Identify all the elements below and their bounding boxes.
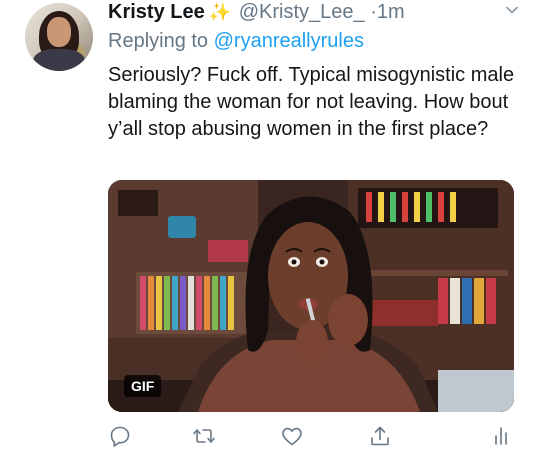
sparkle-emoji: ✨ <box>208 2 232 22</box>
replying-to-mention[interactable]: @ryanreallyrules <box>214 30 364 52</box>
user-handle[interactable]: @Kristy_Lee_ <box>239 1 365 23</box>
gif-badge: GIF <box>124 375 162 397</box>
gif-frame-illustration <box>108 180 514 412</box>
separator-dot: · <box>370 1 377 23</box>
display-name[interactable]: Kristy Lee <box>108 1 205 23</box>
heart-icon[interactable] <box>280 424 304 448</box>
tweet-actions <box>108 424 514 448</box>
tweet-header: Kristy Lee ✨ @Kristy_Lee_ ·1m <box>108 0 405 24</box>
replying-prefix: Replying to <box>108 30 209 52</box>
avatar[interactable] <box>25 3 93 71</box>
reply-icon[interactable] <box>108 424 132 448</box>
avatar-shirt <box>33 49 85 71</box>
timestamp[interactable]: 1m <box>377 1 405 23</box>
analytics-icon[interactable] <box>490 424 514 448</box>
gif-media[interactable]: GIF <box>108 180 514 412</box>
avatar-face <box>47 17 71 47</box>
chevron-down-icon[interactable] <box>506 4 518 16</box>
tweet-text: Seriously? Fuck off. Typical misogynisti… <box>108 64 515 140</box>
retweet-icon[interactable] <box>192 424 216 448</box>
share-icon[interactable] <box>368 424 392 448</box>
replying-to: Replying to @ryanreallyrules <box>108 29 364 53</box>
